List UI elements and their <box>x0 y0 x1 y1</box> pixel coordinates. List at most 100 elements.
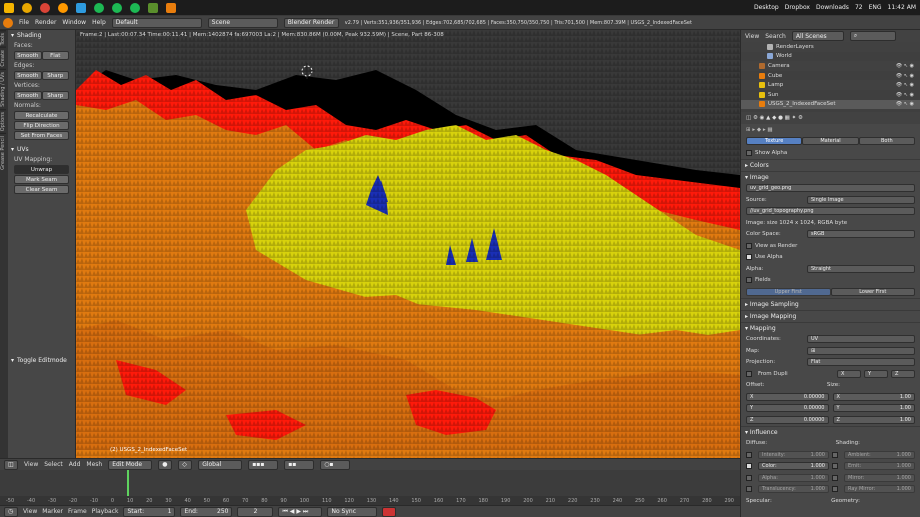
menu-file[interactable]: File <box>19 19 29 26</box>
from-dupli-checkbox[interactable] <box>746 370 752 377</box>
app-icon[interactable] <box>22 2 32 13</box>
timeline-menu-playback[interactable]: Playback <box>92 508 119 515</box>
proportional-buttons[interactable]: ○▪ <box>320 459 351 470</box>
orientation-selector[interactable]: Global <box>198 459 243 470</box>
diffuse-influence-field[interactable]: Translucency: 1.000 <box>758 485 829 494</box>
size-field[interactable]: X 1.00 <box>832 392 915 401</box>
visibility-toggle-icons[interactable]: 👁 ↖ ◉ <box>896 82 914 88</box>
vertices-smooth-button[interactable]: Smooth <box>14 91 42 100</box>
use-alpha-row[interactable]: Use Alpha <box>741 252 920 264</box>
viewport-menu-add[interactable]: Add <box>69 461 81 468</box>
source-selector[interactable]: Single Image <box>807 195 915 204</box>
desktop-label[interactable]: Desktop <box>754 4 779 11</box>
influence-checkbox[interactable] <box>832 451 838 458</box>
current-frame-field[interactable]: 2 <box>237 506 274 517</box>
influence-header[interactable]: ▾ Influence <box>741 425 920 438</box>
offset-field[interactable]: Y 0.00000 <box>746 404 829 413</box>
clock[interactable]: 11:42 AM <box>888 4 916 11</box>
mapping-header[interactable]: ▾ Mapping <box>741 321 920 334</box>
tab-both[interactable]: Both <box>858 137 915 146</box>
outliner-search-input[interactable]: ⌕ <box>849 31 896 41</box>
tab-material[interactable]: Material <box>802 137 859 146</box>
upper-first-button[interactable]: Upper First <box>746 287 831 296</box>
outliner-item[interactable]: Sun 👁 ↖ ◉ <box>741 90 920 100</box>
chrome-icon[interactable] <box>40 2 50 13</box>
shading-influence-field[interactable]: Mirror: 1.000 <box>844 473 915 482</box>
clear-seam-button[interactable]: Clear Seam <box>14 185 69 194</box>
record-button[interactable] <box>382 506 397 517</box>
folder-icon[interactable] <box>4 2 14 13</box>
shading-influence-field[interactable]: Ray Mirror: 1.000 <box>844 485 915 494</box>
diffuse-influence-field[interactable]: Alpha: 1.000 <box>758 473 829 482</box>
select-mode-buttons[interactable]: ▪▪▪ <box>248 459 279 470</box>
uvs-panel-header[interactable]: ▾ UVs <box>8 144 75 155</box>
color-space-selector[interactable]: sRGB <box>807 230 915 239</box>
viewport-menu-select[interactable]: Select <box>44 461 63 468</box>
spotify-icon[interactable] <box>94 2 104 13</box>
tab-tools[interactable]: Tools <box>0 30 6 48</box>
recalculate-button[interactable]: Recalculate <box>14 111 69 120</box>
downloads-label[interactable]: Downloads <box>816 4 849 11</box>
outliner-menu-search[interactable]: Search <box>765 33 786 40</box>
editor-type-button[interactable]: ◫ <box>4 459 18 470</box>
outliner-item[interactable]: World <box>741 52 920 62</box>
toggle-editmode-header[interactable]: ▾ Toggle Editmode <box>8 355 70 366</box>
image-datablock-field[interactable]: uv_grid_geo.png <box>746 184 915 193</box>
outliner-item[interactable]: Lamp 👁 ↖ ◉ <box>741 80 920 90</box>
timeline-menu-marker[interactable]: Marker <box>42 508 63 515</box>
faces-smooth-button[interactable]: Smooth <box>14 51 42 60</box>
outliner-item[interactable]: Cube 👁 ↖ ◉ <box>741 71 920 81</box>
view-as-render-checkbox[interactable] <box>746 242 752 249</box>
faces-flat-button[interactable]: Flat <box>41 51 69 60</box>
offset-field[interactable]: Z 0.00000 <box>746 415 829 424</box>
fields-checkbox[interactable] <box>746 277 752 284</box>
outliner-item[interactable]: USGS_2_IndexedFaceSet 👁 ↖ ◉ <box>741 99 920 110</box>
shading-influence-field[interactable]: Emit: 1.000 <box>844 462 915 471</box>
app-icon[interactable] <box>148 2 158 13</box>
unwrap-button[interactable]: Unwrap <box>14 165 69 174</box>
lower-first-button[interactable]: Lower First <box>830 287 915 296</box>
menu-help[interactable]: Help <box>92 19 106 26</box>
menu-window[interactable]: Window <box>62 19 86 26</box>
end-frame-field[interactable]: End: 250 <box>180 506 233 517</box>
timeline-menu-frame[interactable]: Frame <box>68 508 87 515</box>
influence-checkbox[interactable] <box>746 486 752 493</box>
diffuse-influence-field[interactable]: Intensity: 1.000 <box>758 450 829 459</box>
shading-panel-header[interactable]: ▾ Shading <box>8 30 75 41</box>
image-filepath-field[interactable]: //uv_grid_topography.png <box>746 207 915 216</box>
menu-render[interactable]: Render <box>35 19 56 26</box>
sync-selector[interactable]: No Sync <box>327 506 378 517</box>
image-panel-header[interactable]: ▾ Image <box>741 170 920 183</box>
vertices-sharp-button[interactable]: Sharp <box>41 91 69 100</box>
tab-texture[interactable]: Texture <box>746 137 803 146</box>
projection-selector[interactable]: Flat <box>807 358 915 367</box>
viewport-menu-view[interactable]: View <box>24 461 38 468</box>
influence-checkbox[interactable] <box>832 463 838 470</box>
app-icon[interactable] <box>76 2 86 13</box>
blender-logo-icon[interactable] <box>3 17 13 28</box>
size-field[interactable]: Y 1.00 <box>832 404 915 413</box>
mapping-x-selector[interactable]: X <box>837 369 861 378</box>
mark-seam-button[interactable]: Mark Seam <box>14 175 69 184</box>
diffuse-influence-field[interactable]: Color: 1.000 <box>758 462 829 471</box>
influence-checkbox[interactable] <box>746 463 752 470</box>
properties-tab-bar[interactable]: ◫ ⚙ ◉ ▲ ◆ ● ▦ ✦ ⚙ <box>741 112 920 124</box>
outliner-item[interactable]: RenderLayers <box>741 42 920 52</box>
mapping-z-selector[interactable]: Z <box>891 369 915 378</box>
flip-direction-button[interactable]: Flip Direction <box>14 121 69 130</box>
influence-checkbox[interactable] <box>746 474 752 481</box>
size-field[interactable]: Z 1.00 <box>832 415 915 424</box>
visibility-toggle-icons[interactable]: 👁 ↖ ◉ <box>896 63 914 69</box>
shading-influence-field[interactable]: Ambient: 1.000 <box>844 450 915 459</box>
edges-smooth-button[interactable]: Smooth <box>14 71 42 80</box>
show-alpha-checkbox[interactable] <box>746 149 752 156</box>
colors-panel-header[interactable]: ▸ Colors <box>741 158 920 171</box>
influence-checkbox[interactable] <box>832 486 838 493</box>
snap-buttons[interactable]: ▪▪ <box>284 459 315 470</box>
context-icons[interactable]: ◫ ⚙ ◉ ▲ ◆ ● ▦ ✦ ⚙ <box>746 115 803 121</box>
playback-controls[interactable]: ⏮ ◀ ▶ ⏭ <box>278 506 323 517</box>
outliner-menu-view[interactable]: View <box>745 33 759 40</box>
mode-selector[interactable]: Edit Mode <box>108 459 153 470</box>
render-engine-selector[interactable]: Blender Render <box>283 17 339 28</box>
alpha-selector[interactable]: Straight <box>807 264 915 273</box>
